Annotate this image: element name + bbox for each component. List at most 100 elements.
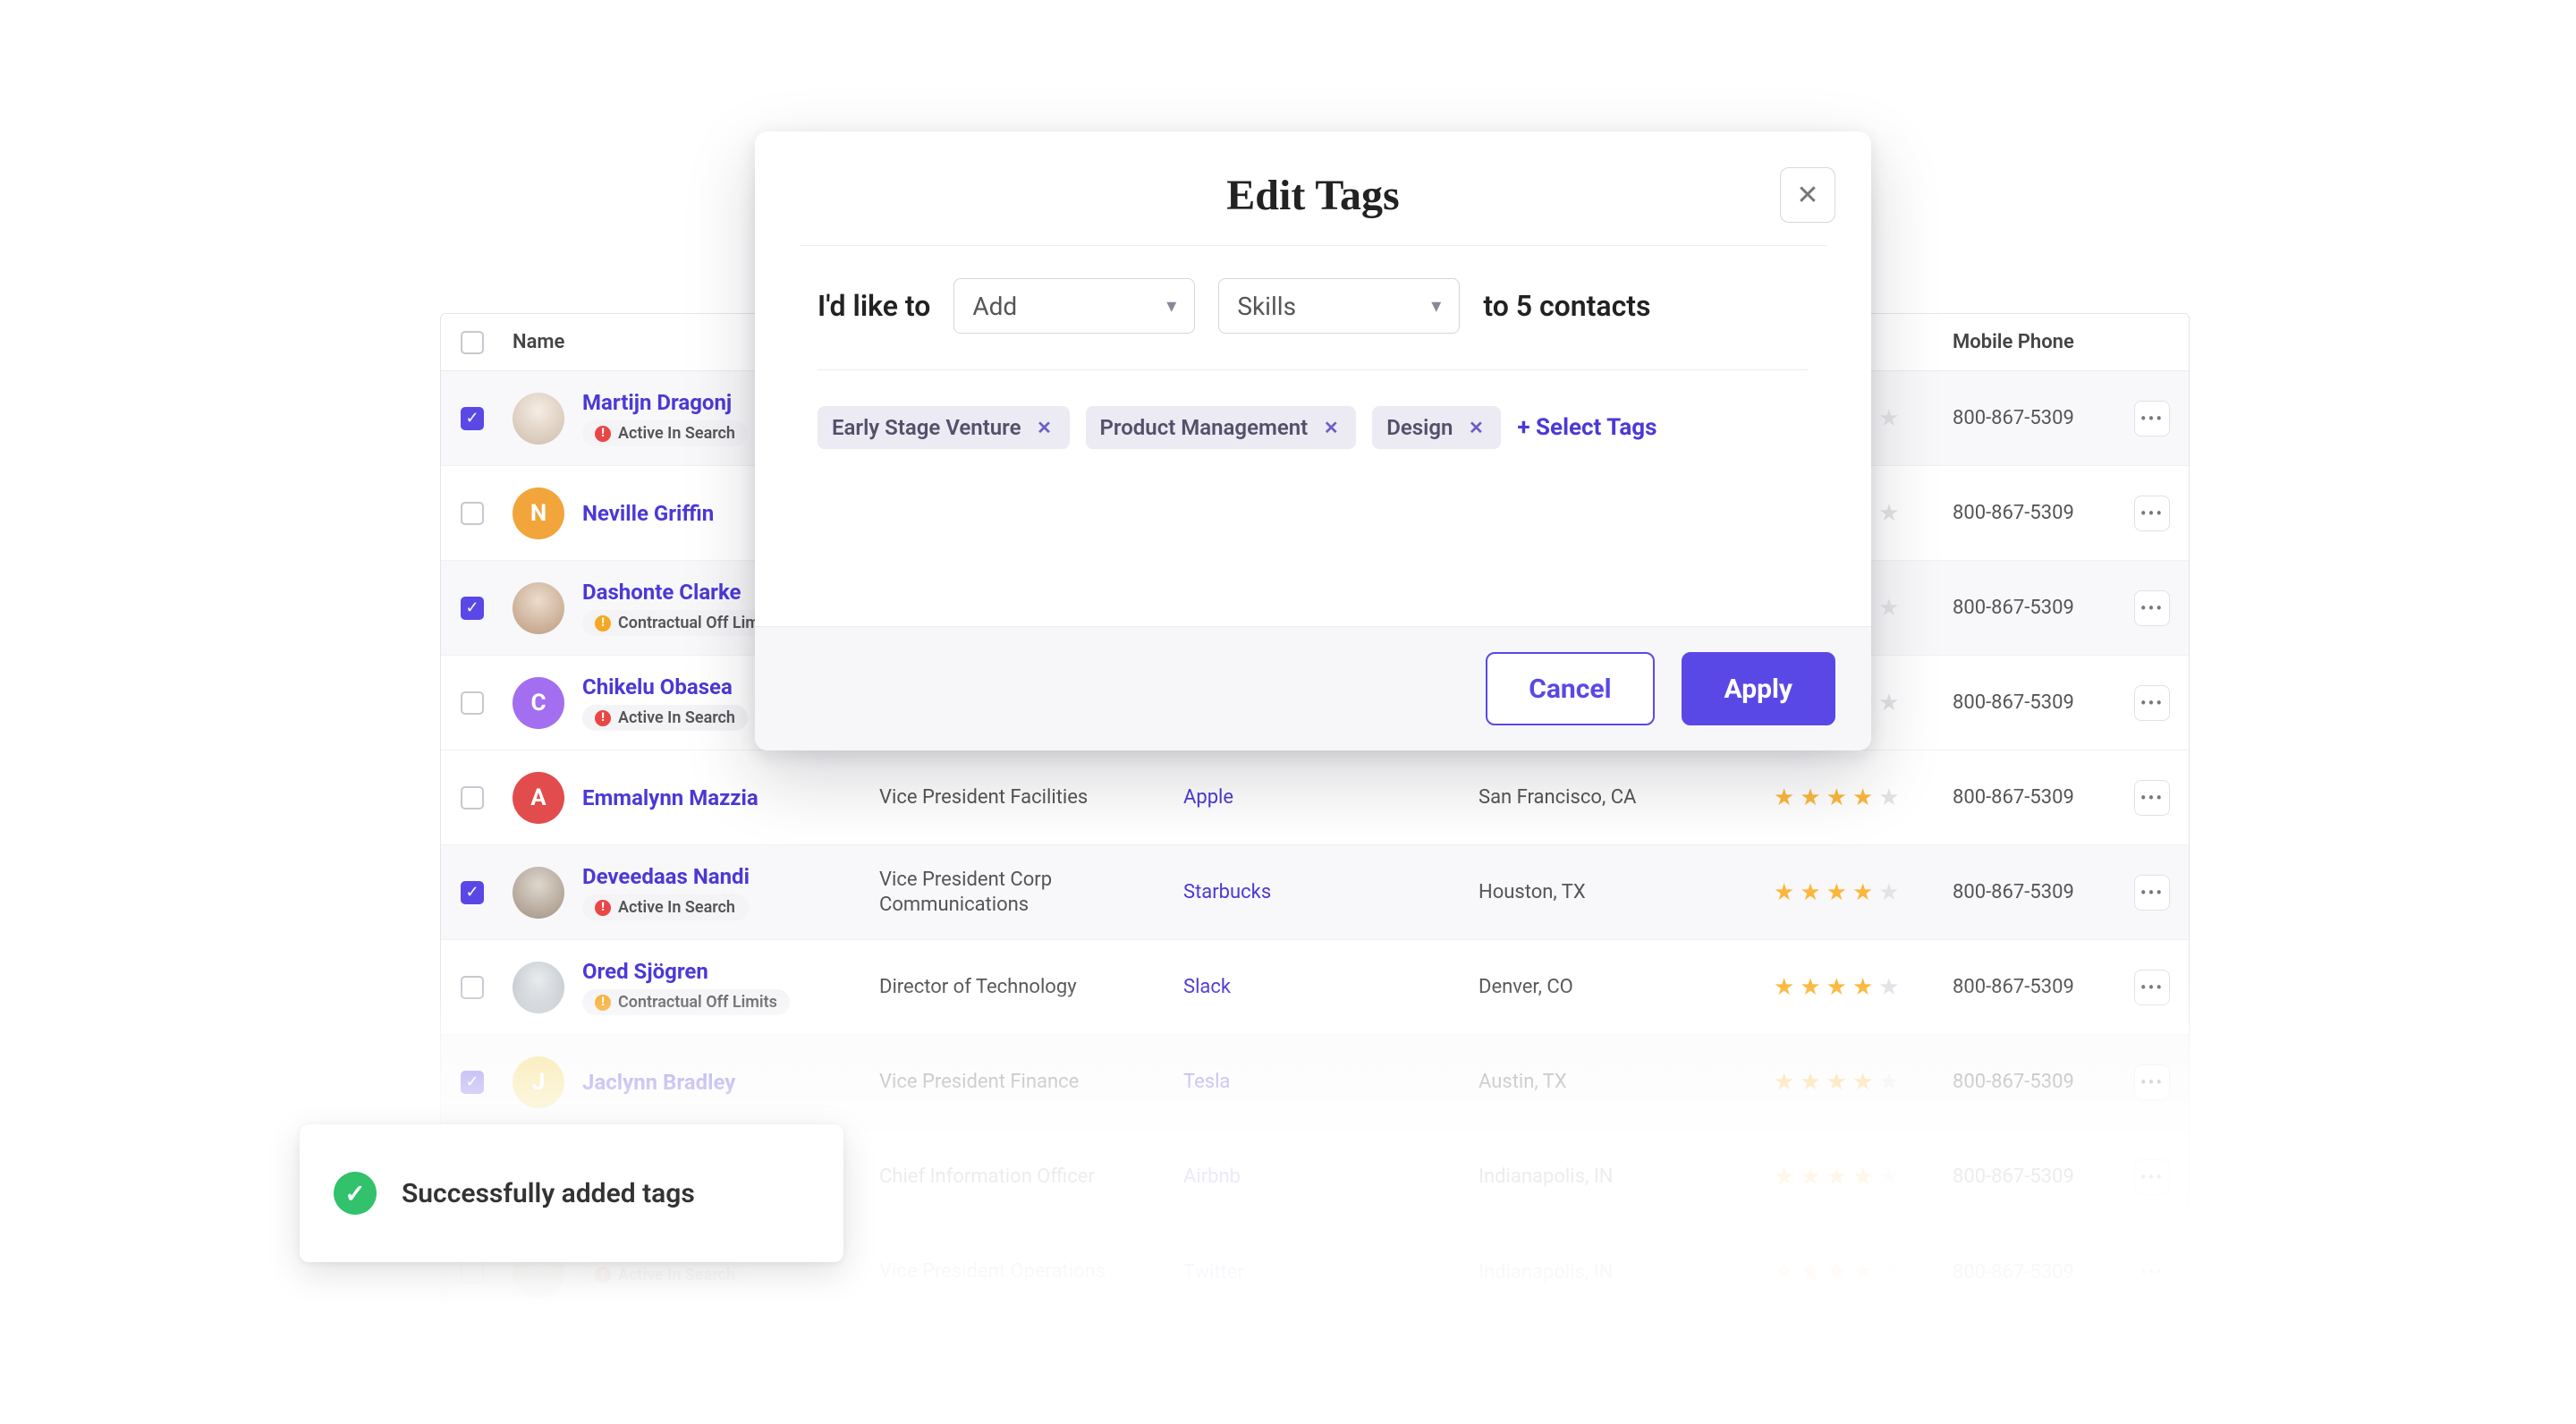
select-all-checkbox[interactable] bbox=[461, 331, 484, 354]
contact-name-link[interactable]: Chikelu Obasea bbox=[582, 674, 748, 699]
row-checkbox[interactable] bbox=[461, 786, 484, 809]
star-icon: ★ bbox=[1878, 1071, 1899, 1094]
row-actions-button[interactable]: ••• bbox=[2134, 875, 2170, 911]
rating-stars[interactable]: ★★★★★ bbox=[1765, 1165, 1944, 1189]
company-link[interactable]: Tesla bbox=[1174, 1071, 1470, 1093]
chevron-down-icon: ▾ bbox=[1166, 295, 1176, 318]
title-cell: Director of Technology bbox=[870, 975, 1174, 1000]
row-actions-button[interactable]: ••• bbox=[2134, 685, 2170, 721]
star-icon: ★ bbox=[1774, 786, 1794, 809]
select-tags-link[interactable]: + Select Tags bbox=[1517, 414, 1657, 441]
company-link[interactable]: Starbucks bbox=[1174, 881, 1470, 903]
close-button[interactable]: ✕ bbox=[1780, 167, 1835, 223]
tag-chip: Design✕ bbox=[1372, 406, 1501, 449]
star-icon: ★ bbox=[1878, 597, 1899, 620]
action-sentence: I'd like to Add ▾ Skills ▾ to 5 contacts bbox=[818, 278, 1809, 334]
toast-success: ✓ Successfully added tags bbox=[300, 1124, 843, 1262]
category-select[interactable]: Skills ▾ bbox=[1218, 278, 1460, 334]
star-icon: ★ bbox=[1800, 881, 1820, 904]
company-link[interactable]: Slack bbox=[1174, 976, 1470, 998]
contact-name-link[interactable]: Jaclynn Bradley bbox=[582, 1070, 735, 1095]
phone-cell: 800-867-5309 bbox=[1944, 881, 2114, 903]
alert-icon: ! bbox=[595, 426, 611, 442]
more-icon: ••• bbox=[2140, 1072, 2164, 1093]
location-cell: San Francisco, CA bbox=[1470, 786, 1765, 809]
rating-stars[interactable]: ★★★★★ bbox=[1765, 786, 1944, 809]
location-cell: Houston, TX bbox=[1470, 881, 1765, 903]
tag-remove-button[interactable]: ✕ bbox=[1320, 417, 1342, 438]
row-actions-button[interactable]: ••• bbox=[2134, 780, 2170, 816]
location-cell: Austin, TX bbox=[1470, 1071, 1765, 1093]
star-icon: ★ bbox=[1800, 1071, 1820, 1094]
row-checkbox[interactable] bbox=[461, 691, 484, 715]
contact-name-link[interactable]: Emmalynn Mazzia bbox=[582, 785, 758, 810]
selected-tags: Early Stage Venture✕Product Management✕D… bbox=[818, 406, 1809, 449]
location-cell: Indianapolis, IN bbox=[1470, 1261, 1765, 1284]
row-checkbox[interactable]: ✓ bbox=[461, 407, 484, 430]
tag-remove-button[interactable]: ✕ bbox=[1034, 417, 1055, 438]
tag-chip: Early Stage Venture ✕ bbox=[818, 406, 1070, 449]
row-checkbox[interactable]: ✓ bbox=[461, 881, 484, 904]
status-badge: !Active In Search bbox=[582, 705, 748, 731]
company-link[interactable]: Twitter bbox=[1174, 1261, 1470, 1284]
phone-cell: 800-867-5309 bbox=[1944, 976, 2114, 998]
star-icon: ★ bbox=[1774, 1071, 1794, 1094]
row-actions-button[interactable]: ••• bbox=[2134, 1064, 2170, 1100]
chevron-down-icon: ▾ bbox=[1431, 295, 1441, 318]
tag-remove-button[interactable]: ✕ bbox=[1465, 417, 1487, 438]
star-icon: ★ bbox=[1826, 976, 1847, 999]
rating-stars[interactable]: ★★★★★ bbox=[1765, 1260, 1944, 1284]
more-icon: ••• bbox=[2140, 598, 2164, 619]
row-actions-button[interactable]: ••• bbox=[2134, 970, 2170, 1005]
col-phone[interactable]: Mobile Phone bbox=[1944, 331, 2114, 353]
rating-stars[interactable]: ★★★★★ bbox=[1765, 1071, 1944, 1094]
more-icon: ••• bbox=[2140, 882, 2164, 903]
row-checkbox[interactable]: ✓ bbox=[461, 1071, 484, 1094]
check-circle-icon: ✓ bbox=[334, 1172, 377, 1215]
star-icon: ★ bbox=[1774, 881, 1794, 904]
rating-stars[interactable]: ★★★★★ bbox=[1765, 881, 1944, 904]
avatar bbox=[513, 962, 564, 1013]
tag-label: Product Management bbox=[1100, 415, 1309, 440]
row-actions-button[interactable]: ••• bbox=[2134, 496, 2170, 531]
row-checkbox[interactable] bbox=[461, 976, 484, 999]
title-cell: Vice President Finance bbox=[870, 1070, 1174, 1095]
company-link[interactable]: Airbnb bbox=[1174, 1165, 1470, 1188]
row-actions-button[interactable]: ••• bbox=[2134, 401, 2170, 437]
phone-cell: 800-867-5309 bbox=[1944, 597, 2114, 619]
star-icon: ★ bbox=[1852, 786, 1873, 809]
phone-cell: 800-867-5309 bbox=[1944, 1071, 2114, 1093]
row-actions-button[interactable]: ••• bbox=[2134, 1159, 2170, 1195]
contact-name-link[interactable]: Neville Griffin bbox=[582, 501, 714, 526]
row-checkbox[interactable]: ✓ bbox=[461, 597, 484, 620]
table-row: ✓Deveedaas Nandi!Active In SearchVice Pr… bbox=[441, 845, 2189, 940]
cancel-button[interactable]: Cancel bbox=[1486, 652, 1654, 725]
more-icon: ••• bbox=[2140, 787, 2164, 809]
alert-icon: ! bbox=[595, 710, 611, 726]
star-icon: ★ bbox=[1826, 881, 1847, 904]
title-cell: Vice President Operations bbox=[870, 1259, 1174, 1284]
contact-name-link[interactable]: Ored Sjögren bbox=[582, 959, 790, 984]
rating-stars[interactable]: ★★★★★ bbox=[1765, 976, 1944, 999]
star-icon: ★ bbox=[1878, 976, 1899, 999]
star-icon: ★ bbox=[1800, 976, 1820, 999]
status-text: Contractual Off Limits bbox=[618, 993, 777, 1012]
tag-label: Early Stage Venture bbox=[832, 415, 1021, 440]
contact-name-link[interactable]: Martijn Dragonj bbox=[582, 390, 748, 415]
row-checkbox[interactable] bbox=[461, 1260, 484, 1284]
star-icon: ★ bbox=[1800, 1165, 1820, 1189]
contact-name-link[interactable]: Deveedaas Nandi bbox=[582, 864, 750, 889]
row-actions-button[interactable]: ••• bbox=[2134, 590, 2170, 626]
row-checkbox[interactable] bbox=[461, 502, 484, 525]
star-icon: ★ bbox=[1800, 786, 1820, 809]
category-select-value: Skills bbox=[1237, 292, 1296, 321]
action-select[interactable]: Add ▾ bbox=[953, 278, 1195, 334]
apply-button[interactable]: Apply bbox=[1682, 652, 1835, 725]
row-actions-button[interactable]: ••• bbox=[2134, 1254, 2170, 1290]
phone-cell: 800-867-5309 bbox=[1944, 502, 2114, 524]
status-text: Active In Search bbox=[618, 898, 735, 917]
action-select-value: Add bbox=[972, 292, 1017, 321]
location-cell: Indianapolis, IN bbox=[1470, 1165, 1765, 1188]
company-link[interactable]: Apple bbox=[1174, 786, 1470, 809]
status-badge: !Active In Search bbox=[582, 1262, 748, 1288]
